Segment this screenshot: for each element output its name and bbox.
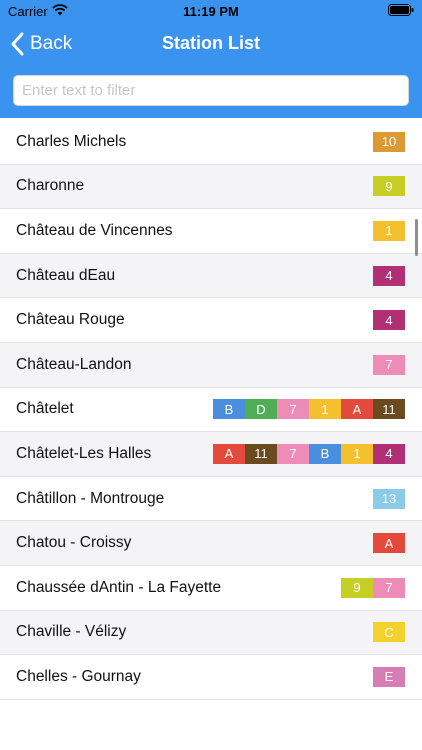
- line-badge: 1: [373, 220, 405, 241]
- station-name: Châtelet: [16, 400, 74, 418]
- line-badge: 1: [341, 443, 373, 464]
- station-name: Château Rouge: [16, 311, 125, 329]
- station-row[interactable]: Château Rouge 4: [0, 298, 422, 343]
- station-name: Chelles - Gournay: [16, 667, 141, 685]
- station-list: Charles Michels 10 Charonne 9 Château de Vin…: [0, 120, 422, 700]
- station-name: Châtillon - Montrouge: [16, 489, 165, 507]
- station-row[interactable]: Château-Landon 7: [0, 342, 422, 388]
- station-row[interactable]: Châtelet B D 7 1 A 11: [0, 388, 422, 433]
- line-badges: 7: [373, 354, 405, 375]
- line-badge: E: [373, 666, 405, 687]
- line-badges: 13: [373, 488, 405, 509]
- station-row[interactable]: Château dEau 4: [0, 253, 422, 299]
- line-badges: A: [373, 533, 405, 554]
- line-badge: 11: [373, 399, 405, 420]
- station-row[interactable]: Château de Vincennes 1: [0, 209, 422, 254]
- station-name: Charles Michels: [16, 132, 127, 150]
- navigation-bar: Back Station List: [0, 22, 422, 66]
- line-badge: B: [309, 443, 341, 464]
- line-badge: 11: [245, 443, 277, 464]
- line-badges: 10: [373, 131, 405, 152]
- line-badge: 13: [373, 488, 405, 509]
- station-row[interactable]: Charles Michels 10: [0, 120, 422, 165]
- line-badges: E: [373, 666, 405, 687]
- station-row[interactable]: Chaussée dAntin - La Fayette 9 7: [0, 566, 422, 611]
- status-bar: Carrier 11:19 PM: [0, 0, 422, 22]
- station-name: Château de Vincennes: [16, 221, 173, 239]
- station-name: Château dEau: [16, 266, 116, 284]
- station-name: Chaussée dAntin - La Fayette: [16, 578, 222, 596]
- line-badge: 10: [373, 131, 405, 152]
- station-name: Château-Landon: [16, 355, 132, 373]
- station-row[interactable]: Châtelet-Les Halles A 11 7 B 1 4: [0, 432, 422, 477]
- line-badge: A: [213, 443, 245, 464]
- line-badge: C: [373, 622, 405, 643]
- status-time: 11:19 PM: [183, 4, 239, 19]
- header: Carrier 11:19 PM Back Station List: [0, 0, 422, 118]
- line-badge: 7: [277, 443, 309, 464]
- line-badge: 4: [373, 310, 405, 331]
- station-row[interactable]: Chaville - Vélizy C: [0, 610, 422, 656]
- page-title: Station List: [162, 33, 260, 53]
- station-name: Chaville - Vélizy: [16, 623, 127, 641]
- scroll-indicator[interactable]: [415, 219, 418, 256]
- line-badges: C: [373, 622, 405, 643]
- line-badges: 4: [373, 265, 405, 286]
- station-name: Charonne: [16, 177, 85, 195]
- filter-input[interactable]: [13, 75, 409, 106]
- line-badge: 4: [373, 443, 405, 464]
- line-badge: A: [341, 399, 373, 420]
- line-badge: 9: [341, 577, 373, 598]
- line-badge: B: [213, 399, 245, 420]
- line-badge: 7: [373, 577, 405, 598]
- line-badges: 9: [373, 176, 405, 197]
- station-name: Chatou - Croissy: [16, 534, 132, 552]
- line-badge: 7: [373, 354, 405, 375]
- station-row[interactable]: Charonne 9: [0, 164, 422, 210]
- station-row[interactable]: Chelles - Gournay E: [0, 655, 422, 700]
- station-row[interactable]: Châtillon - Montrouge 13: [0, 477, 422, 522]
- line-badge: 7: [277, 399, 309, 420]
- line-badge: A: [373, 533, 405, 554]
- line-badge: 4: [373, 265, 405, 286]
- line-badges: B D 7 1 A 11: [213, 399, 405, 420]
- line-badges: 4: [373, 310, 405, 331]
- line-badges: 97: [341, 577, 405, 598]
- line-badge: D: [245, 399, 277, 420]
- line-badges: 1: [373, 220, 405, 241]
- line-badge: 1: [309, 399, 341, 420]
- line-badge: 9: [373, 176, 405, 197]
- station-name: Châtelet-Les Halles: [16, 444, 152, 462]
- station-row[interactable]: Chatou - Croissy A: [0, 521, 422, 566]
- line-badges: A 11 7 B 1 4: [213, 443, 405, 464]
- battery-icon: [388, 4, 414, 16]
